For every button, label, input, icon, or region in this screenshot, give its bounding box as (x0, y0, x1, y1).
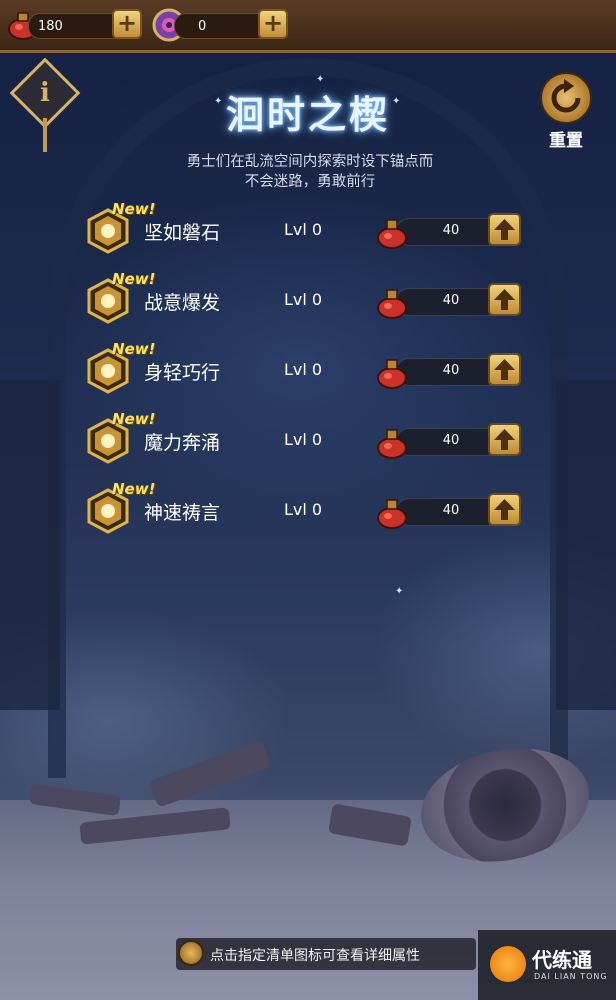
add-orb-button[interactable]: + (258, 9, 288, 39)
description-line: 勇士们在乱流空间内探索时设下锚点而 (186, 154, 434, 170)
red-potion-icon (377, 359, 407, 389)
skill-name: 坚如磐石 (144, 222, 221, 244)
skill-name: 战意爆发 (144, 292, 221, 314)
skill-level: Lvl 0 (284, 430, 323, 449)
upgrade-button[interactable] (488, 493, 521, 526)
page-title: 洄时之楔 (225, 93, 390, 137)
add-potion-button[interactable]: + (112, 9, 142, 39)
right-pillar (556, 380, 616, 710)
upgrade-button[interactable] (488, 283, 521, 316)
left-pillar (0, 380, 60, 710)
skill-row: New! 神速祷言 Lvl 0 40 (80, 480, 540, 540)
upgrade-cost: 40 (442, 433, 460, 448)
red-potion-icon (377, 289, 407, 319)
arrow-up-icon (494, 219, 515, 240)
skill-name: 神速祷言 (144, 502, 221, 524)
hint-text: 点击指定清单图标可查看详细属性 (210, 948, 420, 964)
orb-amount: 0 (198, 19, 207, 34)
upgrade-button[interactable] (488, 353, 521, 386)
description-line: 不会迷路，勇敢前行 (244, 174, 376, 190)
skill-level: Lvl 0 (284, 220, 323, 239)
upgrade-cost: 40 (442, 503, 460, 518)
red-potion-icon (377, 429, 407, 459)
arrow-up-icon (494, 289, 515, 310)
upgrade-button[interactable] (488, 213, 521, 246)
new-badge: New! (112, 340, 156, 358)
arrow-up-icon (494, 429, 515, 450)
star-icon: ✦ (395, 586, 404, 597)
watermark-logo-icon (490, 946, 526, 982)
skill-row: New! 战意爆发 Lvl 0 40 (80, 270, 540, 330)
new-badge: New! (112, 270, 156, 288)
skill-row: New! 坚如磐石 Lvl 0 40 (80, 200, 540, 260)
upgrade-button[interactable] (488, 423, 521, 456)
watermark-pinyin: DAI LIAN TONG (534, 972, 608, 981)
new-badge: New! (112, 410, 156, 428)
skill-row: New! 身轻巧行 Lvl 0 40 (80, 340, 540, 400)
potion-amount: 180 (38, 19, 63, 34)
new-badge: New! (112, 200, 156, 218)
skill-row: New! 魔力奔涌 Lvl 0 40 (80, 410, 540, 470)
skill-name: 魔力奔涌 (144, 432, 221, 454)
skill-name: 身轻巧行 (144, 362, 221, 384)
red-potion-icon (377, 499, 407, 529)
upgrade-cost: 40 (442, 363, 460, 378)
skill-level: Lvl 0 (284, 500, 323, 519)
skill-level: Lvl 0 (284, 360, 323, 379)
red-potion-icon (377, 219, 407, 249)
skill-level: Lvl 0 (284, 290, 323, 309)
description: 勇士们在乱流空间内探索时设下锚点而 不会迷路，勇敢前行 (160, 152, 460, 192)
upgrade-cost: 40 (442, 293, 460, 308)
watermark-name: 代练通 (532, 948, 592, 972)
arrow-up-icon (494, 499, 515, 520)
new-badge: New! (112, 480, 156, 498)
arrow-up-icon (494, 359, 515, 380)
upgrade-cost: 40 (442, 223, 460, 238)
exclamation-icon (178, 940, 204, 966)
